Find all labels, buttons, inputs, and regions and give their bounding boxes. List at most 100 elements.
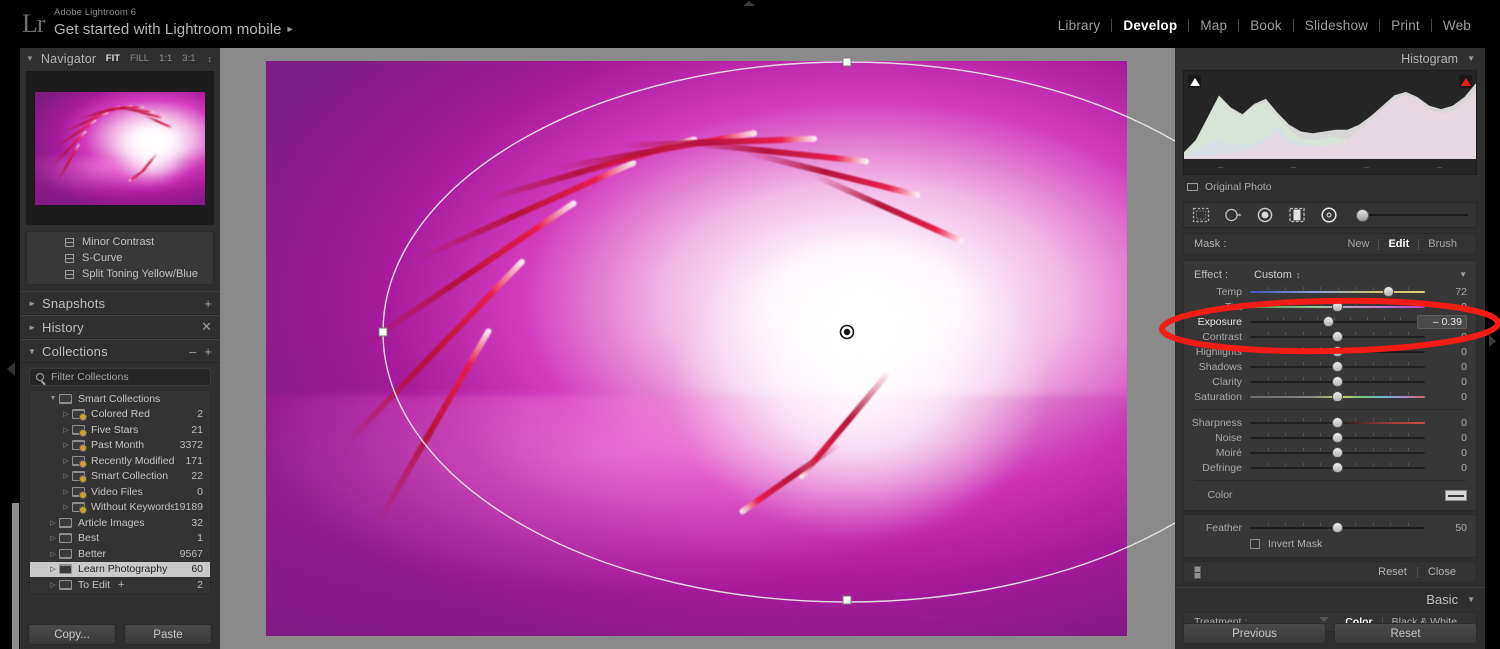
copy-button[interactable]: Copy...	[28, 624, 116, 645]
paste-button[interactable]: Paste	[124, 624, 212, 645]
slider-row-temp[interactable]: Temp 72	[1184, 284, 1476, 299]
zoom-fit[interactable]: FIT	[106, 53, 120, 64]
reset-button[interactable]: Reset	[1334, 623, 1477, 644]
slider-track[interactable]	[1250, 375, 1425, 388]
slider-row-highlights[interactable]: Highlights 0	[1184, 344, 1476, 359]
close-mask-button[interactable]: Close	[1418, 566, 1466, 578]
twisty-icon[interactable]: ▼	[47, 395, 59, 402]
slider-value[interactable]: 0	[1425, 376, 1467, 388]
basic-panel-header[interactable]: Basic ▼	[1175, 587, 1485, 610]
slider-track[interactable]	[1250, 416, 1425, 429]
effect-preset-value[interactable]: Custom ↕	[1254, 269, 1459, 281]
slider-track[interactable]	[1250, 360, 1425, 373]
effect-toggle-switch[interactable]	[1194, 565, 1201, 579]
collection-item-colored-red[interactable]: ▷ Colored Red 2	[30, 407, 210, 423]
collection-item-to-edit[interactable]: ▷ To Edit + 2	[30, 577, 210, 593]
shadow-clipping-indicator[interactable]	[1188, 75, 1201, 88]
slider-value[interactable]: 72	[1425, 286, 1467, 298]
twisty-icon[interactable]: ▷	[60, 503, 72, 511]
add-collection-button[interactable]: +	[204, 344, 212, 359]
twisty-icon[interactable]: ▷	[60, 426, 72, 434]
reset-mask-button[interactable]: Reset	[1368, 566, 1417, 578]
twisty-icon[interactable]: ▷	[47, 519, 59, 527]
slider-value[interactable]: 0	[1425, 417, 1467, 429]
crop-tool-icon[interactable]	[1192, 206, 1210, 224]
module-library[interactable]: Library	[1047, 18, 1112, 33]
slider-value[interactable]: – 0.39	[1417, 314, 1467, 329]
original-photo-row[interactable]: Original Photo	[1183, 178, 1477, 196]
histogram-header[interactable]: Histogram ▼	[1175, 48, 1485, 69]
module-develop[interactable]: Develop	[1112, 18, 1188, 33]
slider-value[interactable]: 50	[1425, 522, 1467, 534]
collection-item-past-month[interactable]: ▷ Past Month 3372	[30, 438, 210, 454]
invert-mask-checkbox[interactable]	[1250, 539, 1260, 549]
highlight-clipping-indicator[interactable]	[1459, 75, 1472, 88]
slider-value[interactable]: 0	[1425, 391, 1467, 403]
slider-row-sharpness[interactable]: Sharpness 0	[1184, 415, 1476, 430]
filter-collections-input[interactable]: Filter Collections	[29, 368, 211, 386]
slider-track[interactable]	[1250, 521, 1425, 534]
preset-item[interactable]: Minor Contrast	[27, 234, 213, 250]
identity-plate[interactable]: Adobe Lightroom 6 Get started with Light…	[54, 6, 295, 40]
previous-button[interactable]: Previous	[1183, 623, 1326, 644]
preset-item[interactable]: S-Curve	[27, 250, 213, 266]
module-print[interactable]: Print	[1380, 18, 1431, 33]
color-picker-row[interactable]: Color	[1184, 486, 1476, 504]
module-web[interactable]: Web	[1432, 18, 1482, 33]
graduated-filter-tool-icon[interactable]	[1288, 206, 1306, 224]
slider-track[interactable]	[1250, 431, 1425, 444]
zoom-1-1[interactable]: 1:1	[159, 53, 172, 64]
slider-row-moir-[interactable]: Moiré 0	[1184, 445, 1476, 460]
twisty-icon[interactable]: ▷	[47, 565, 59, 573]
navigator-preview-frame[interactable]	[26, 71, 214, 225]
slider-value[interactable]: 0	[1425, 331, 1467, 343]
photo-preview[interactable]	[266, 61, 1127, 636]
slider-knob[interactable]	[1332, 432, 1343, 443]
collection-item-better[interactable]: ▷ Better 9567	[30, 546, 210, 562]
twisty-icon[interactable]: ▷	[60, 441, 72, 449]
radial-filter-tool-icon[interactable]	[1320, 206, 1338, 224]
identity-tagline[interactable]: Get started with Lightroom mobile ►	[54, 19, 295, 40]
slider-knob[interactable]	[1332, 376, 1343, 387]
spot-removal-tool-icon[interactable]	[1224, 206, 1242, 224]
add-snapshot-button[interactable]: +	[204, 296, 212, 311]
panel-resize-handle-icon[interactable]	[1319, 617, 1329, 622]
slider-track[interactable]	[1250, 315, 1417, 328]
collapse-top-panel-arrow-icon[interactable]	[743, 1, 755, 6]
collection-item-smart-collections[interactable]: ▼ Smart Collections	[30, 391, 210, 407]
slider-track[interactable]	[1250, 345, 1425, 358]
slider-row-saturation[interactable]: Saturation 0	[1184, 389, 1476, 404]
slider-value[interactable]: 0	[1425, 361, 1467, 373]
zoom-fill[interactable]: FILL	[130, 53, 149, 64]
slider-knob[interactable]	[1332, 447, 1343, 458]
zoom-spinner-icon[interactable]: ↕	[208, 54, 213, 64]
slider-knob[interactable]	[1332, 361, 1343, 372]
slider-knob[interactable]	[1332, 522, 1343, 533]
collection-item-recently-modified[interactable]: ▷ Recently Modified 171	[30, 453, 210, 469]
twisty-icon[interactable]: ▷	[60, 472, 72, 480]
zoom-3-1[interactable]: 3:1	[182, 53, 195, 64]
slider-track[interactable]	[1250, 446, 1425, 459]
slider-row-clarity[interactable]: Clarity 0	[1184, 374, 1476, 389]
slider-track[interactable]	[1250, 285, 1425, 298]
slider-row-exposure[interactable]: Exposure – 0.39	[1184, 314, 1476, 329]
chevron-right-icon[interactable]: ►	[28, 299, 42, 308]
twisty-icon[interactable]: ▷	[47, 534, 59, 542]
slider-row-shadows[interactable]: Shadows 0	[1184, 359, 1476, 374]
chevron-right-icon[interactable]: ►	[28, 323, 42, 332]
color-swatch[interactable]	[1445, 489, 1467, 501]
collapse-left-panel-arrow-icon[interactable]	[7, 362, 15, 376]
slider-knob[interactable]	[1332, 346, 1343, 357]
slider-row-contrast[interactable]: Contrast 0	[1184, 329, 1476, 344]
chevron-down-icon[interactable]: ▼	[1467, 54, 1475, 63]
slider-row-defringe[interactable]: Defringe 0	[1184, 460, 1476, 475]
remove-collection-button[interactable]: –	[189, 344, 196, 359]
slider-knob[interactable]	[1332, 331, 1343, 342]
module-slideshow[interactable]: Slideshow	[1294, 18, 1379, 33]
invert-mask-row[interactable]: Invert Mask	[1184, 535, 1476, 553]
slider-row-noise[interactable]: Noise 0	[1184, 430, 1476, 445]
slider-row-tint[interactable]: Tint 0	[1184, 299, 1476, 314]
mask-new-button[interactable]: New	[1338, 238, 1378, 250]
red-eye-tool-icon[interactable]	[1256, 206, 1274, 224]
collapse-right-panel-arrow-icon[interactable]	[1489, 335, 1496, 347]
